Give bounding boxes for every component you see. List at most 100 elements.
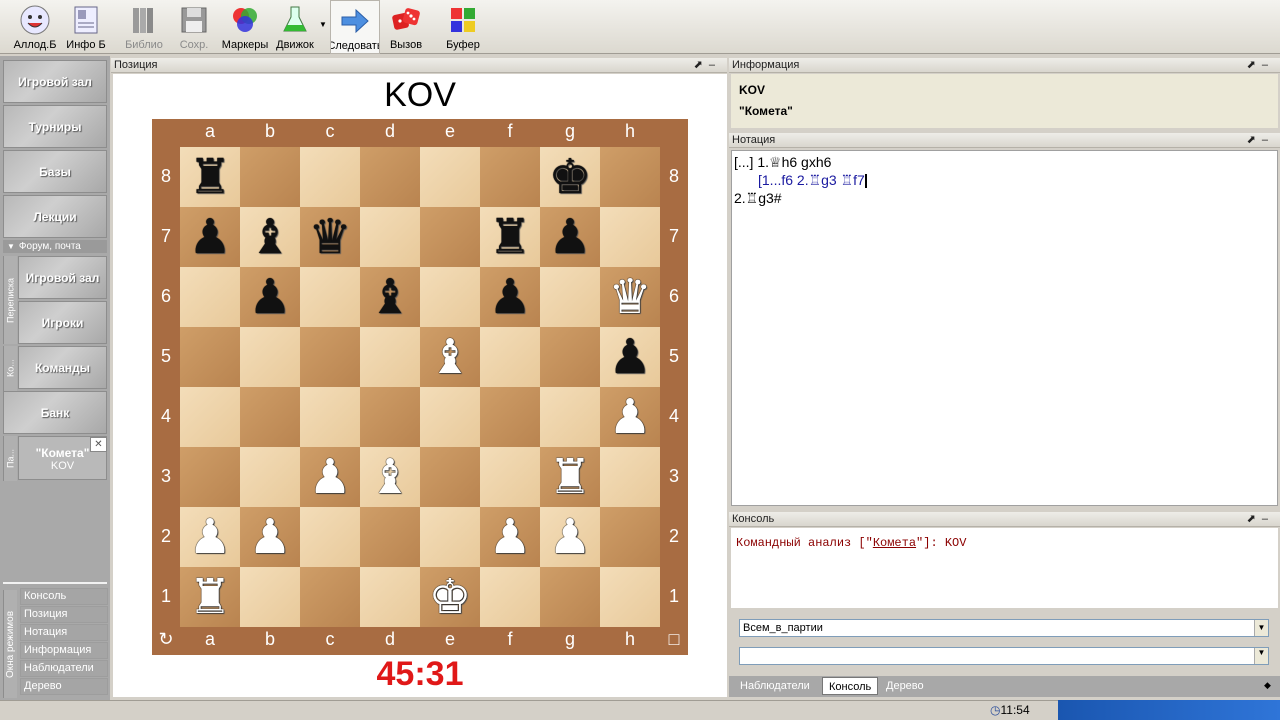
white-pawn-icon[interactable]: ♟ (600, 387, 660, 447)
black-pawn-icon[interactable]: ♟ (600, 327, 660, 387)
mode-notation[interactable]: Нотация (20, 624, 108, 641)
nav-lectures[interactable]: Лекции (3, 195, 107, 238)
square-h1[interactable] (600, 567, 660, 627)
black-pawn-icon[interactable]: ♟ (240, 267, 300, 327)
notation-mainline-2[interactable]: 2.♖g3# (734, 190, 782, 207)
tab-tree[interactable]: Дерево (880, 677, 930, 695)
save-button[interactable]: Сохр. (172, 0, 216, 54)
sub-teams[interactable]: Команды (18, 346, 107, 389)
square-c1[interactable] (300, 567, 360, 627)
square-g5[interactable] (540, 327, 600, 387)
square-e8[interactable] (420, 147, 480, 207)
white-bishop-icon[interactable]: ♝ (420, 327, 480, 387)
chevron-down-icon[interactable]: ▼ (1254, 648, 1268, 664)
taskbar-preview[interactable] (1058, 700, 1280, 720)
square-b8[interactable] (240, 147, 300, 207)
black-pawn-icon[interactable]: ♟ (180, 207, 240, 267)
black-bishop-icon[interactable]: ♝ (360, 267, 420, 327)
square-h3[interactable] (600, 447, 660, 507)
tab-observers[interactable]: Наблюдатели (734, 677, 816, 695)
square-h2[interactable] (600, 507, 660, 567)
console-team-link[interactable]: Комета (873, 536, 916, 550)
square-f4[interactable] (480, 387, 540, 447)
nav-databases[interactable]: Базы (3, 150, 107, 193)
square-f8[interactable] (480, 147, 540, 207)
close-icon[interactable]: ✕ (90, 437, 107, 452)
vtab-correspondence[interactable]: Переписка (3, 256, 17, 344)
square-b3[interactable] (240, 447, 300, 507)
mode-info[interactable]: Информация (20, 642, 108, 659)
tab-console[interactable]: Консоль (822, 677, 879, 695)
buffer-button[interactable]: Буфер (440, 0, 486, 54)
square-a5[interactable] (180, 327, 240, 387)
square-h8[interactable] (600, 147, 660, 207)
square-c5[interactable] (300, 327, 360, 387)
vtab-pa[interactable]: Па... (3, 436, 17, 481)
square-a3[interactable] (180, 447, 240, 507)
flip-board-icon[interactable]: ↻ (152, 629, 180, 650)
square-c4[interactable] (300, 387, 360, 447)
follow-button[interactable]: Следовать (330, 0, 380, 54)
allod-button[interactable]: Аллод.Б (12, 0, 58, 54)
markers-button[interactable]: Маркеры (220, 0, 270, 54)
square-b1[interactable] (240, 567, 300, 627)
square-f1[interactable] (480, 567, 540, 627)
white-pawn-icon[interactable]: ♟ (480, 507, 540, 567)
nav-tournaments[interactable]: Турниры (3, 105, 107, 148)
square-d2[interactable] (360, 507, 420, 567)
square-e3[interactable] (420, 447, 480, 507)
square-d4[interactable] (360, 387, 420, 447)
panel-controls[interactable]: ⬈– (1247, 133, 1274, 148)
chevron-down-icon[interactable]: ▼ (1254, 620, 1268, 636)
square-d7[interactable] (360, 207, 420, 267)
square-e6[interactable] (420, 267, 480, 327)
engine-dropdown-icon[interactable]: ▼ (319, 20, 327, 29)
mode-console[interactable]: Консоль (20, 588, 108, 605)
white-pawn-icon[interactable]: ♟ (240, 507, 300, 567)
black-queen-icon[interactable]: ♛ (300, 207, 360, 267)
panel-controls[interactable]: ⬈– (694, 58, 721, 73)
panel-controls[interactable]: ⬈– (1247, 512, 1274, 527)
square-h7[interactable] (600, 207, 660, 267)
nav-bank[interactable]: Банк (3, 391, 107, 434)
square-c6[interactable] (300, 267, 360, 327)
black-rook-icon[interactable]: ♜ (480, 207, 540, 267)
square-f5[interactable] (480, 327, 540, 387)
square-c8[interactable] (300, 147, 360, 207)
square-d1[interactable] (360, 567, 420, 627)
panel-controls[interactable]: ⬈– (1247, 58, 1274, 73)
message-input-dropdown[interactable]: ▼ (739, 647, 1269, 665)
white-rook-icon[interactable]: ♜ (180, 567, 240, 627)
square-g6[interactable] (540, 267, 600, 327)
mode-observers[interactable]: Наблюдатели (20, 660, 108, 677)
square-a6[interactable] (180, 267, 240, 327)
notation-variation[interactable]: [1...f6 2.♖g3 ♖f7 (758, 172, 867, 189)
square-e4[interactable] (420, 387, 480, 447)
square-b4[interactable] (240, 387, 300, 447)
vtab-ko[interactable]: Ко... (3, 346, 17, 391)
sub-game-hall[interactable]: Игровой зал (18, 256, 107, 299)
sub-players[interactable]: Игроки (18, 301, 107, 344)
black-pawn-icon[interactable]: ♟ (480, 267, 540, 327)
square-g1[interactable] (540, 567, 600, 627)
notation-panel[interactable]: [...] 1.♕h6 gxh6 [1...f6 2.♖g3 ♖f7 2.♖g3… (731, 150, 1278, 506)
white-rook-icon[interactable]: ♜ (540, 447, 600, 507)
mode-position[interactable]: Позиция (20, 606, 108, 623)
challenge-button[interactable]: Вызов (384, 0, 428, 54)
white-pawn-icon[interactable]: ♟ (540, 507, 600, 567)
black-pawn-icon[interactable]: ♟ (540, 207, 600, 267)
square-d5[interactable] (360, 327, 420, 387)
white-king-icon[interactable]: ♚ (420, 567, 480, 627)
biblio-button[interactable]: Библио (122, 0, 166, 54)
black-rook-icon[interactable]: ♜ (180, 147, 240, 207)
square-e2[interactable] (420, 507, 480, 567)
square-c2[interactable] (300, 507, 360, 567)
square-f3[interactable] (480, 447, 540, 507)
square-a4[interactable] (180, 387, 240, 447)
white-bishop-icon[interactable]: ♝ (360, 447, 420, 507)
forum-header[interactable]: ▼ Форум, почта (3, 240, 107, 253)
chess-board[interactable]: ♜ ♚ ♟ ♝ ♛ ♜ ♟ ♟ ♝ ♟ ♛ ♝ ♟ ♟ ♟ ♝ ♜ ♟ ♟ ♟ ♟ ♜ ♚ a a b b c c d d e e f f g g h h 8… (152, 119, 688, 655)
mode-tree[interactable]: Дерево (20, 678, 108, 695)
white-pawn-icon[interactable]: ♟ (180, 507, 240, 567)
square-d8[interactable] (360, 147, 420, 207)
